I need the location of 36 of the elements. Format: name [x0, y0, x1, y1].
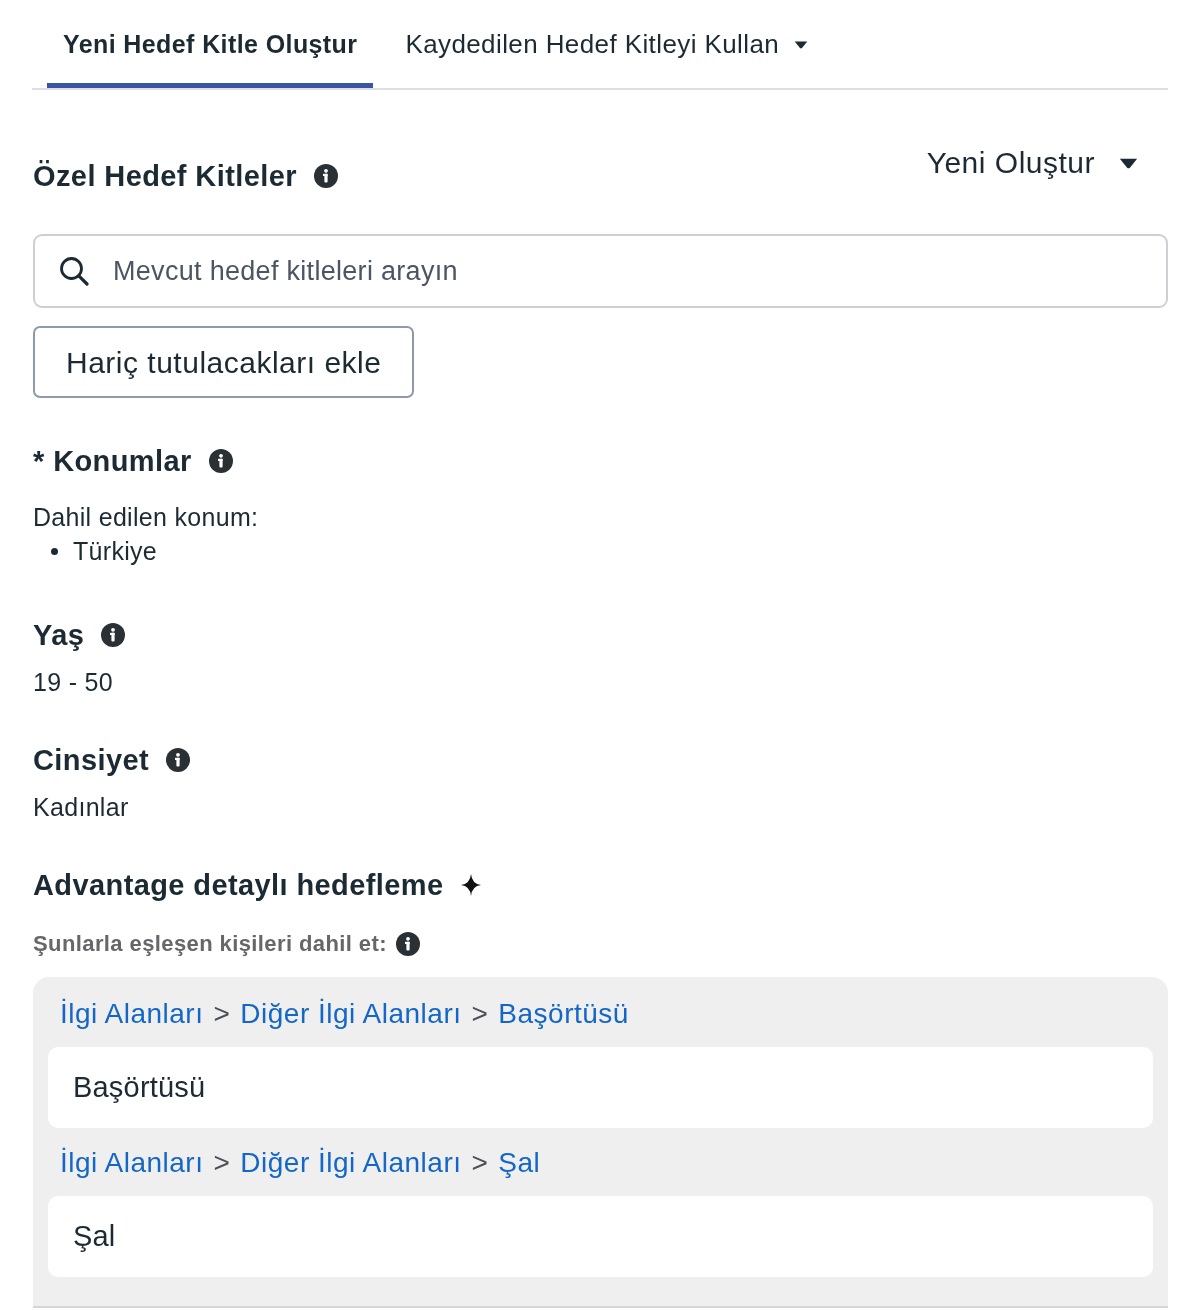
field-value: 19 - 50	[33, 667, 114, 698]
caret-icon	[1119, 157, 1138, 169]
exclude-button[interactable]: Hariç tutulacakları ekle	[33, 326, 415, 398]
tab[interactable]: Yeni Hedef Kitle Oluştur	[47, 0, 374, 88]
section-title: Advantage detaylı hedefleme	[33, 868, 444, 903]
search-field[interactable]: Mevcut hedef kitleleri arayın	[33, 234, 1168, 308]
breadcrumb-link[interactable]: Diğer İlgi Alanları	[240, 1145, 462, 1181]
info-icon[interactable]	[166, 748, 190, 772]
location-item: Türkiye	[73, 536, 158, 567]
field-value: Kadınlar	[33, 792, 130, 823]
bullet-icon	[51, 547, 58, 555]
field-label: Dahil edilen konum:	[33, 502, 260, 533]
info-icon[interactable]	[313, 164, 338, 188]
breadcrumb-link[interactable]: İlgi Alanları	[60, 1145, 204, 1181]
breadcrumb-separator: >	[471, 997, 489, 1031]
section-title: * Konumlar	[33, 444, 192, 479]
search-icon	[59, 256, 89, 286]
breadcrumb-separator: >	[471, 1146, 489, 1180]
breadcrumb-separator: >	[213, 1146, 231, 1180]
breadcrumb-separator: >	[213, 997, 231, 1031]
section-title: Özel Hedef Kitleler	[33, 159, 297, 194]
interest-item: Başörtüsü	[48, 1047, 1153, 1128]
breadcrumb-link[interactable]: Diğer İlgi Alanları	[240, 996, 462, 1032]
breadcrumb-link[interactable]: Şal	[498, 1145, 541, 1181]
breadcrumb-link[interactable]: İlgi Alanları	[60, 996, 204, 1032]
sparkle-icon	[460, 874, 481, 896]
info-icon[interactable]	[208, 449, 233, 473]
info-icon[interactable]	[395, 932, 420, 956]
interest-item: Şal	[48, 1196, 1153, 1277]
info-icon[interactable]	[101, 623, 126, 647]
breadcrumb-link[interactable]: Başörtüsü	[498, 996, 629, 1032]
create-new-dropdown[interactable]: Yeni Oluştur	[926, 145, 1138, 181]
field-label: Şunlarla eşleşen kişileri dahil et:	[33, 930, 387, 958]
tab[interactable]: Kaydedilen Hedef Kitleyi Kullan	[389, 0, 825, 88]
section-title: Yaş	[33, 618, 85, 653]
section-title: Cinsiyet	[33, 743, 149, 778]
